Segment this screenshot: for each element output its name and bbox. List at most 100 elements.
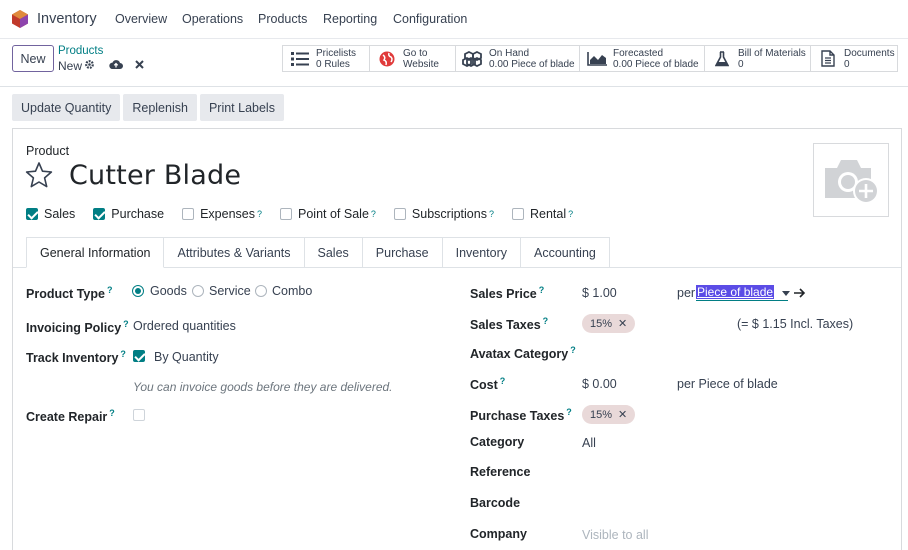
tab-general-information[interactable]: General Information	[26, 237, 165, 268]
help-icon[interactable]: ?	[109, 408, 115, 418]
star-icon[interactable]	[25, 161, 53, 189]
radio-goods[interactable]	[132, 285, 144, 297]
radio-service[interactable]	[192, 285, 204, 297]
tracking-hint: You can invoice goods before they are de…	[133, 380, 393, 394]
pricelists-count: 0 Rules	[316, 58, 350, 70]
tab-attributes-variants[interactable]: Attributes & Variants	[164, 237, 305, 268]
remove-tag-icon[interactable]: ✕	[618, 317, 627, 330]
flask-icon	[711, 50, 733, 68]
product-image-upload[interactable]	[813, 143, 889, 217]
help-icon[interactable]: ?	[500, 376, 506, 386]
sales-price-label-text: Sales Price	[470, 287, 537, 302]
on-hand-value: 0.00 Piece of blade	[489, 58, 575, 70]
expenses-check-box[interactable]	[182, 208, 195, 220]
product-label: Product	[26, 144, 70, 158]
product-flags: Sales Purchase Expenses? Point of Sale? …	[26, 207, 591, 221]
sales-check-box[interactable]	[26, 208, 38, 220]
print-labels-button[interactable]: Print Labels	[199, 94, 284, 121]
app-logo-icon[interactable]	[12, 10, 28, 28]
caret-down-icon[interactable]	[782, 291, 790, 296]
cost-input[interactable]: $ 0.00	[582, 377, 617, 391]
point-of-sale-checkbox[interactable]: Point of Sale?	[280, 207, 376, 221]
reference-input[interactable]	[582, 465, 842, 481]
category-select[interactable]: All	[582, 436, 596, 450]
form-sheet: Product Cutter Blade Sales Purchase Expe…	[12, 128, 902, 550]
tab-purchase[interactable]: Purchase	[362, 237, 443, 268]
expenses-check-label: Expenses	[200, 207, 255, 221]
radio-combo[interactable]	[255, 285, 267, 297]
help-icon[interactable]: ?	[107, 285, 113, 295]
help-icon[interactable]: ?	[539, 285, 545, 295]
sales-price-input[interactable]: $ 1.00	[582, 286, 617, 300]
track-inventory-checkbox[interactable]	[133, 350, 145, 362]
rental-check-label: Rental	[529, 207, 567, 221]
help-icon[interactable]: ?	[371, 209, 376, 219]
breadcrumb-products[interactable]: Products	[58, 45, 103, 57]
arrow-right-icon[interactable]	[794, 288, 806, 298]
purchase-check-box[interactable]	[93, 208, 106, 220]
help-icon[interactable]: ?	[566, 407, 572, 417]
barcode-label: Barcode	[470, 496, 521, 510]
gear-icon[interactable]	[84, 59, 95, 70]
menu-products[interactable]: Products	[258, 12, 307, 26]
help-icon[interactable]: ?	[543, 316, 549, 326]
help-icon[interactable]: ?	[123, 319, 129, 329]
purchase-tax-tag[interactable]: 15% ✕	[582, 405, 636, 424]
forecasted-label: Forecasted	[613, 47, 664, 59]
help-icon[interactable]: ?	[570, 345, 576, 355]
purchase-check-label: Purchase	[111, 207, 165, 221]
website-line1: Go to	[403, 47, 428, 59]
purchase-checkbox[interactable]: Purchase	[93, 207, 164, 221]
create-repair-checkbox[interactable]	[133, 409, 145, 421]
cost-label: Cost?	[470, 376, 505, 392]
replenish-button[interactable]: Replenish	[123, 94, 197, 121]
sales-tax-tag-text: 15%	[590, 317, 613, 330]
menu-overview[interactable]: Overview	[115, 12, 167, 26]
tracking-select[interactable]: By Quantity	[154, 350, 219, 364]
subscriptions-check-box[interactable]	[393, 208, 406, 220]
barcode-input[interactable]	[582, 496, 842, 512]
list-icon	[289, 50, 311, 68]
subscriptions-checkbox[interactable]: Subscriptions?	[393, 207, 494, 221]
bill-of-materials-button[interactable]: Bill of Materials 0	[704, 45, 810, 72]
forecasted-button[interactable]: Forecasted 0.00 Piece of blade	[579, 45, 704, 72]
pos-check-box[interactable]	[280, 208, 293, 220]
tab-accounting[interactable]: Accounting	[521, 237, 610, 268]
subscriptions-check-label: Subscriptions	[411, 207, 487, 221]
purchase-tax-tag-text: 15%	[590, 408, 613, 421]
cloud-upload-icon[interactable]	[109, 58, 123, 70]
app-name[interactable]: Inventory	[37, 11, 97, 27]
help-icon[interactable]: ?	[568, 209, 573, 219]
track-inventory-label: Track Inventory?	[26, 349, 126, 365]
sales-tax-tag[interactable]: 15% ✕	[582, 314, 636, 333]
product-type-label-text: Product Type	[26, 287, 105, 302]
documents-button[interactable]: Documents 0	[810, 45, 898, 72]
on-hand-button[interactable]: On Hand 0.00 Piece of blade	[455, 45, 579, 72]
update-quantity-button[interactable]: Update Quantity	[12, 94, 121, 121]
company-select[interactable]: Visible to all	[582, 528, 648, 542]
expenses-checkbox[interactable]: Expenses?	[182, 207, 262, 221]
menu-reporting[interactable]: Reporting	[323, 12, 377, 26]
discard-icon[interactable]	[135, 60, 144, 69]
rental-checkbox[interactable]: Rental?	[511, 207, 573, 221]
help-icon[interactable]: ?	[489, 209, 494, 219]
avatax-label-text: Avatax Category	[470, 347, 569, 362]
help-icon[interactable]: ?	[257, 209, 262, 219]
pricelists-button[interactable]: Pricelists 0 Rules	[282, 45, 369, 72]
rental-check-box[interactable]	[511, 208, 524, 220]
per-label: per	[677, 286, 696, 300]
menu-operations[interactable]: Operations	[182, 12, 243, 26]
invoicing-policy-select[interactable]: Ordered quantities	[133, 319, 236, 333]
tab-sales[interactable]: Sales	[304, 237, 363, 268]
uom-select[interactable]: Piece of blade	[696, 285, 788, 301]
reference-label: Reference	[470, 465, 531, 479]
go-to-website-button[interactable]: Go to Website	[369, 45, 455, 72]
tab-inventory[interactable]: Inventory	[442, 237, 522, 268]
new-button[interactable]: New	[12, 45, 54, 72]
menu-configuration[interactable]: Configuration	[393, 12, 467, 26]
sales-check-label: Sales	[44, 207, 76, 221]
product-name-input[interactable]: Cutter Blade	[69, 160, 241, 191]
sales-checkbox[interactable]: Sales	[26, 207, 75, 221]
help-icon[interactable]: ?	[120, 349, 126, 359]
remove-tag-icon[interactable]: ✕	[618, 408, 627, 421]
